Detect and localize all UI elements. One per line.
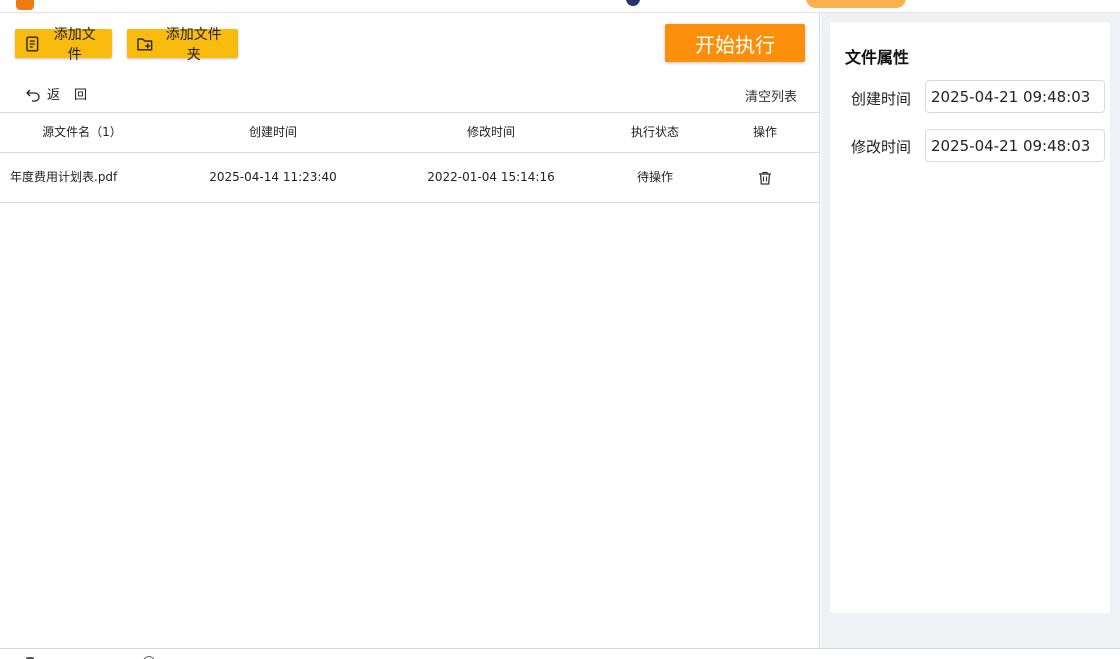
app-logo (16, 0, 34, 10)
table-row[interactable]: 年度费用计划表.pdf 2025-04-14 11:23:40 2022-01-… (0, 153, 820, 203)
cell-status: 待操作 (636, 170, 673, 184)
add-folder-label: 添加文件夹 (165, 26, 222, 63)
header-action: 操作 (752, 125, 777, 139)
table-header: 源文件名（1） 创建时间 修改时间 执行状态 操作 (0, 112, 820, 153)
add-folder-button[interactable]: 添加文件夹 (127, 27, 238, 63)
back-label: 返回 (47, 88, 102, 103)
globe-icon[interactable] (626, 0, 640, 6)
undo-arrow-icon (26, 89, 40, 102)
file-table: 源文件名（1） 创建时间 修改时间 执行状态 操作 年度费用计划表.pdf 20… (0, 112, 820, 203)
start-button[interactable]: 开始执行 (665, 24, 805, 62)
cell-modified: 2022-01-04 15:14:16 (427, 170, 555, 184)
file-properties-panel: 文件属性 创建时间 修改时间 (830, 22, 1110, 613)
created-time-input[interactable] (925, 80, 1105, 113)
trash-icon[interactable] (757, 170, 773, 186)
cell-action (710, 153, 820, 202)
top-action-pill[interactable] (806, 0, 906, 8)
main-pane: 添加文件 添加文件夹 开始执行 返回 清空列表 源文件名（1） 创建时间 修改时… (0, 13, 820, 648)
title-bar (0, 0, 1120, 13)
header-modified: 修改时间 (466, 125, 515, 139)
panel-title: 文件属性 (845, 48, 910, 67)
cell-filename: 年度费用计划表.pdf (10, 170, 118, 184)
header-filename: 源文件名（1） (42, 125, 122, 139)
modified-time-label: 修改时间 (851, 138, 912, 156)
add-file-label: 添加文件 (53, 26, 96, 63)
status-bar (0, 648, 1120, 659)
file-list-icon (26, 36, 39, 51)
folder-add-icon (137, 37, 153, 51)
cell-created: 2025-04-14 11:23:40 (209, 170, 337, 184)
header-status: 执行状态 (630, 125, 679, 139)
add-file-button[interactable]: 添加文件 (15, 27, 112, 63)
modified-time-input[interactable] (925, 129, 1105, 162)
created-time-label: 创建时间 (851, 90, 912, 108)
clear-list-button[interactable]: 清空列表 (745, 86, 797, 105)
header-created: 创建时间 (248, 125, 297, 139)
back-button[interactable]: 返回 (25, 84, 101, 103)
side-panel-container: 文件属性 创建时间 修改时间 (821, 13, 1120, 648)
